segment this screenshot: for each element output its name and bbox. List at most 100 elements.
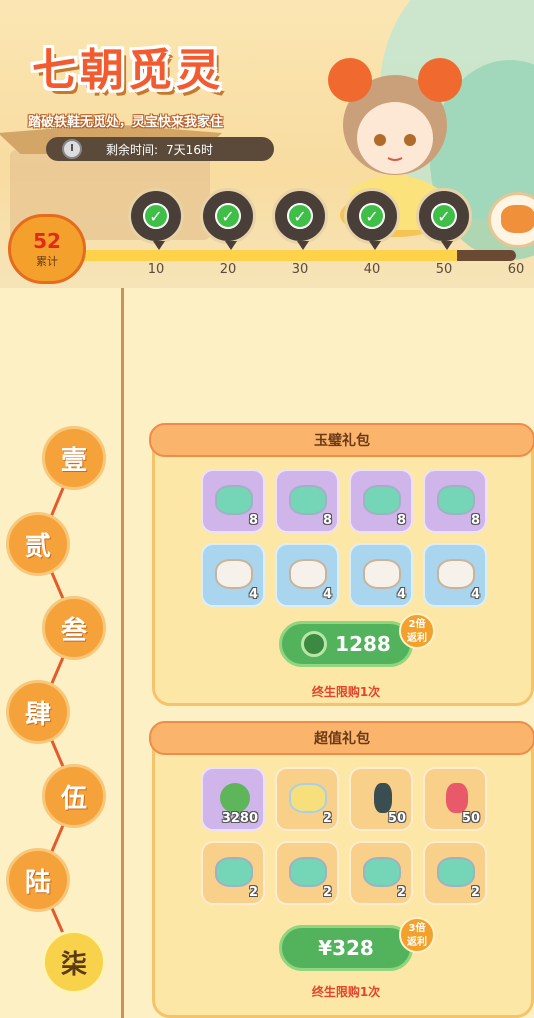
countdown-timer: 剩余时间: 7天16时: [46, 137, 274, 161]
buy-button[interactable]: ¥328: [279, 925, 413, 971]
jade-rock-icon: [363, 857, 401, 887]
side-tab-5[interactable]: 伍: [42, 764, 106, 828]
item-quantity: 2: [322, 811, 332, 826]
reward-item[interactable]: 8: [275, 469, 339, 533]
check-icon: ✓: [287, 203, 313, 229]
shoe-sack-icon: [289, 559, 327, 589]
item-quantity: 8: [396, 513, 406, 528]
item-quantity: 50: [387, 811, 406, 826]
item-quantity: 4: [470, 587, 480, 602]
jade-rock-icon: [289, 485, 327, 515]
milestone-label: 60: [507, 262, 525, 277]
timer-label: 剩余时间:: [106, 142, 159, 157]
reward-item[interactable]: 2: [275, 841, 339, 905]
purchase-limit: 终生限购1次: [311, 985, 381, 999]
rainbow-fan-icon: [289, 783, 327, 813]
reward-item[interactable]: 50: [423, 767, 487, 831]
side-tab-3[interactable]: 叁: [42, 596, 106, 660]
progress-fill: [62, 250, 457, 261]
check-icon: ✓: [143, 203, 169, 229]
pack-card-jade: 玉璧礼包 8 8 8 8 4 4 4 4 1288 2倍 返利 终生限购1次: [149, 423, 534, 706]
reward-item[interactable]: 2: [423, 841, 487, 905]
buy-button[interactable]: 1288: [279, 621, 413, 667]
item-quantity: 8: [248, 513, 258, 528]
shoe-sack-icon: [363, 559, 401, 589]
reward-item[interactable]: 4: [275, 543, 339, 607]
sidebar-divider: [121, 288, 124, 1018]
side-tab-6[interactable]: 陆: [6, 848, 70, 912]
milestone-reward[interactable]: ✓: [128, 188, 184, 250]
milestone-label: 10: [147, 262, 165, 277]
item-quantity: 2: [470, 885, 480, 900]
event-banner: 七朝觅灵 踏破铁鞋无觅处，灵宝快来我家住 剩余时间: 7天16时 ✓ 10 ✓ 20 ✓…: [0, 0, 534, 288]
side-tab-7[interactable]: 柒: [42, 930, 106, 994]
pack-card-value: 超值礼包 3280 2 50 50 2 2 2 2 ¥328 3倍 返利 终生限购1次: [149, 721, 534, 1018]
total-count: 52: [33, 229, 61, 253]
milestone-label: 30: [291, 262, 309, 277]
shoe-sack-icon: [215, 559, 253, 589]
reward-item[interactable]: 3280: [201, 767, 265, 831]
jade-rock-icon: [289, 857, 327, 887]
reward-item[interactable]: 2: [349, 841, 413, 905]
red-bottle-icon: [446, 783, 468, 813]
milestone-pin: [153, 241, 165, 250]
shoe-sack-icon: [437, 559, 475, 589]
milestone-label: 20: [219, 262, 237, 277]
milestone-pin: [297, 241, 309, 250]
item-quantity: 4: [248, 587, 258, 602]
item-quantity: 2: [396, 885, 406, 900]
rebate-label: 返利: [407, 633, 427, 644]
food-platter-icon: [501, 205, 534, 233]
jade-rock-icon: [363, 485, 401, 515]
milestone-pin: [441, 241, 453, 250]
item-quantity: 4: [322, 587, 332, 602]
event-subtitle: 踏破铁鞋无觅处，灵宝快来我家住: [28, 115, 224, 130]
item-quantity: 8: [470, 513, 480, 528]
reward-item[interactable]: 4: [349, 543, 413, 607]
pack-title: 玉璧礼包: [149, 423, 534, 457]
total-counter: 52 累计: [8, 214, 86, 284]
side-tab-1[interactable]: 壹: [42, 426, 106, 490]
purchase-limit: 终生限购1次: [311, 685, 381, 699]
milestone-reward[interactable]: ✓: [272, 188, 328, 250]
jade-coin-icon: [301, 631, 328, 657]
check-icon: ✓: [431, 203, 457, 229]
jade-coin-icon: [220, 783, 250, 813]
reward-item[interactable]: 8: [201, 469, 265, 533]
clock-icon: [62, 139, 82, 159]
side-tab-2[interactable]: 贰: [6, 512, 70, 576]
reward-item[interactable]: 50: [349, 767, 413, 831]
item-quantity: 3280: [221, 811, 258, 826]
reward-item[interactable]: 8: [423, 469, 487, 533]
check-icon: ✓: [359, 203, 385, 229]
milestone-pin: [369, 241, 381, 250]
item-quantity: 4: [396, 587, 406, 602]
pack-title: 超值礼包: [149, 721, 534, 755]
item-quantity: 2: [322, 885, 332, 900]
reward-item[interactable]: 4: [201, 543, 265, 607]
ink-bottle-icon: [374, 783, 392, 813]
check-icon: ✓: [215, 203, 241, 229]
milestone-reward[interactable]: ✓: [416, 188, 472, 250]
event-title: 七朝觅灵: [32, 45, 224, 96]
reward-item[interactable]: 8: [349, 469, 413, 533]
price-label: 1288: [335, 632, 391, 656]
milestone-reward[interactable]: ✓: [200, 188, 256, 250]
item-quantity: 50: [461, 811, 480, 826]
timer-value: 7天16时: [166, 142, 213, 157]
rebate-multiplier: 2倍: [408, 619, 426, 630]
reward-item[interactable]: 2: [201, 841, 265, 905]
rebate-badge: 2倍 返利: [399, 613, 435, 649]
reward-item[interactable]: 4: [423, 543, 487, 607]
jade-rock-icon: [215, 485, 253, 515]
rebate-multiplier: 3倍: [408, 923, 426, 934]
jade-rock-icon: [437, 857, 475, 887]
milestone-pin: [225, 241, 237, 250]
item-quantity: 8: [322, 513, 332, 528]
price-label: ¥328: [318, 936, 374, 960]
milestone-reward[interactable]: ✓: [344, 188, 400, 250]
reward-item[interactable]: 2: [275, 767, 339, 831]
side-tab-4[interactable]: 肆: [6, 680, 70, 744]
milestone-label: 40: [363, 262, 381, 277]
jade-rock-icon: [215, 857, 253, 887]
